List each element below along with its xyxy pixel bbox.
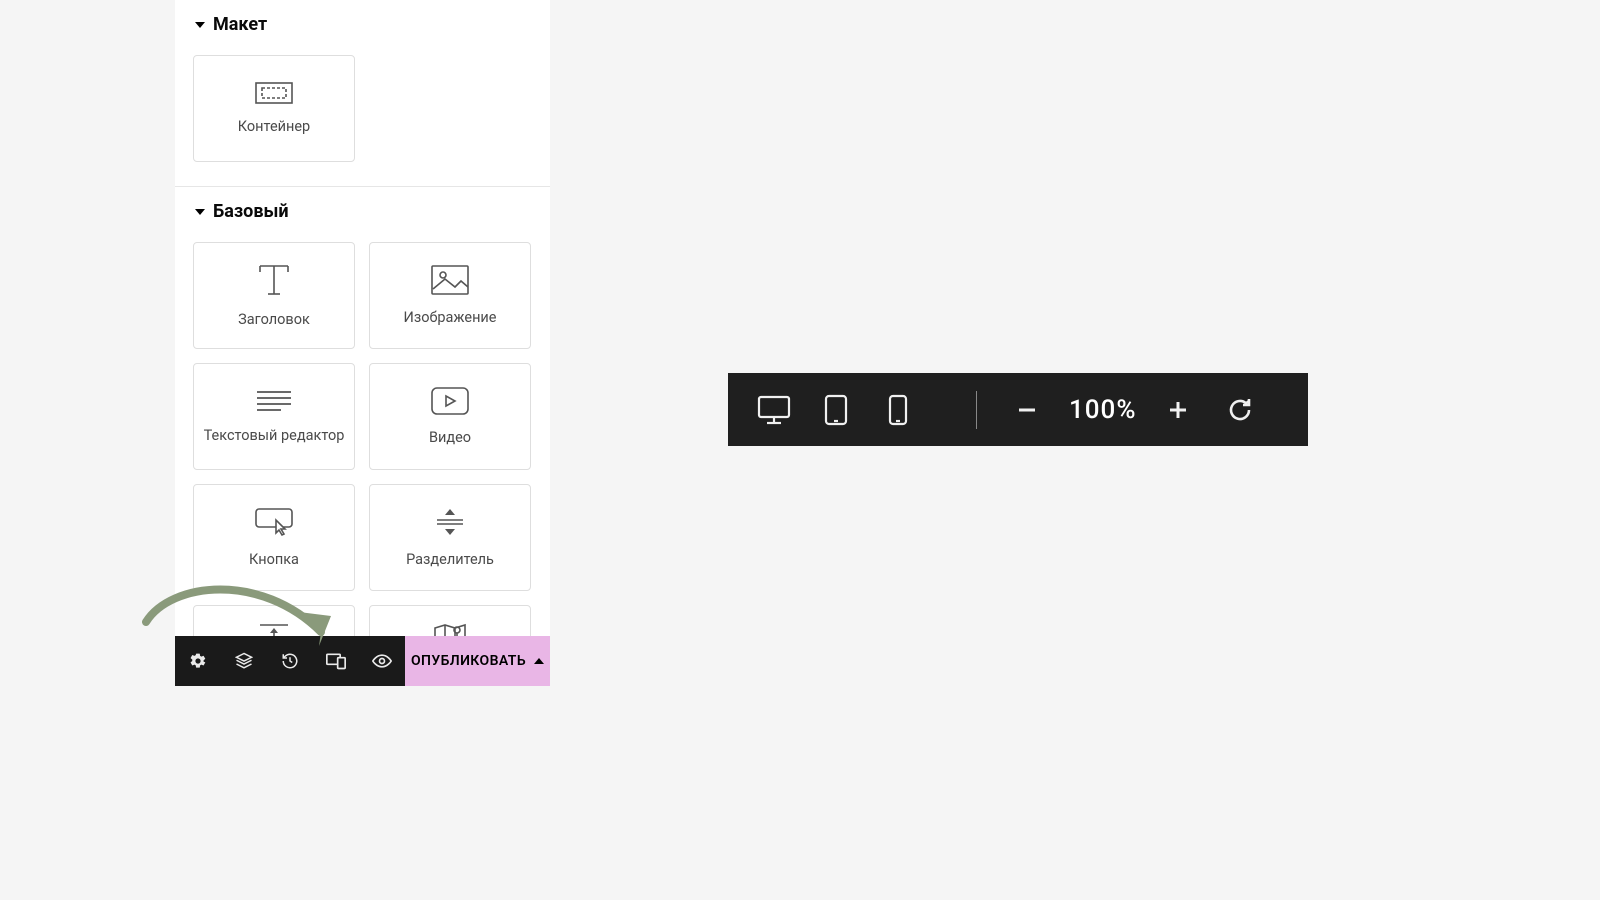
publish-label: ОПУБЛИКОВАТЬ	[411, 653, 526, 669]
zoom-in-button[interactable]	[1158, 390, 1198, 430]
widget-image[interactable]: Изображение	[369, 242, 531, 349]
button-icon	[254, 507, 294, 537]
widget-button[interactable]: Кнопка	[193, 484, 355, 591]
widget-container[interactable]: Контейнер	[193, 55, 355, 162]
section-layout: Макет Контейнер	[175, 0, 550, 187]
responsive-mode-button[interactable]	[313, 636, 359, 686]
section-header-layout[interactable]: Макет	[175, 0, 550, 49]
widget-text-editor[interactable]: Текстовый редактор	[193, 363, 355, 470]
section-title: Базовый	[213, 201, 289, 222]
panel-footer: ОПУБЛИКОВАТЬ	[175, 636, 550, 686]
widget-label: Текстовый редактор	[204, 427, 345, 444]
navigator-button[interactable]	[221, 636, 267, 686]
widgets-grid-basic: Заголовок Изображение	[175, 236, 550, 673]
section-title: Макет	[213, 14, 267, 35]
history-button[interactable]	[267, 636, 313, 686]
reset-zoom-button[interactable]	[1220, 390, 1260, 430]
widget-divider[interactable]: Разделитель	[369, 484, 531, 591]
publish-button[interactable]: ОПУБЛИКОВАТЬ	[405, 636, 550, 686]
zoom-out-button[interactable]	[1007, 390, 1047, 430]
footer-icons	[175, 636, 405, 686]
divider-icon	[431, 507, 469, 537]
preview-button[interactable]	[359, 636, 405, 686]
heading-icon	[256, 263, 292, 297]
settings-button[interactable]	[175, 636, 221, 686]
widget-label: Разделитель	[406, 551, 494, 568]
widget-label: Заголовок	[238, 311, 310, 328]
toolbar-separator	[976, 391, 977, 429]
text-editor-icon	[255, 389, 293, 413]
widget-video[interactable]: Видео	[369, 363, 531, 470]
caret-down-icon	[195, 22, 205, 28]
widgets-panel: Макет Контейнер Базовый	[175, 0, 550, 686]
widgets-grid-layout: Контейнер	[175, 49, 550, 186]
device-tablet-button[interactable]	[816, 390, 856, 430]
caret-down-icon	[195, 209, 205, 215]
video-icon	[431, 387, 469, 415]
container-icon	[255, 82, 293, 104]
widget-label: Кнопка	[249, 551, 299, 568]
image-icon	[431, 265, 469, 295]
widget-label: Изображение	[404, 309, 497, 326]
device-desktop-button[interactable]	[754, 390, 794, 430]
responsive-toolbar: 100%	[728, 373, 1308, 446]
chevron-up-icon	[534, 658, 544, 664]
widget-label: Контейнер	[238, 118, 310, 135]
section-header-basic[interactable]: Базовый	[175, 187, 550, 236]
widget-heading[interactable]: Заголовок	[193, 242, 355, 349]
widget-label: Видео	[429, 429, 471, 446]
zoom-level: 100%	[1069, 395, 1136, 425]
section-basic: Базовый Заголовок	[175, 187, 550, 673]
device-mobile-button[interactable]	[878, 390, 918, 430]
